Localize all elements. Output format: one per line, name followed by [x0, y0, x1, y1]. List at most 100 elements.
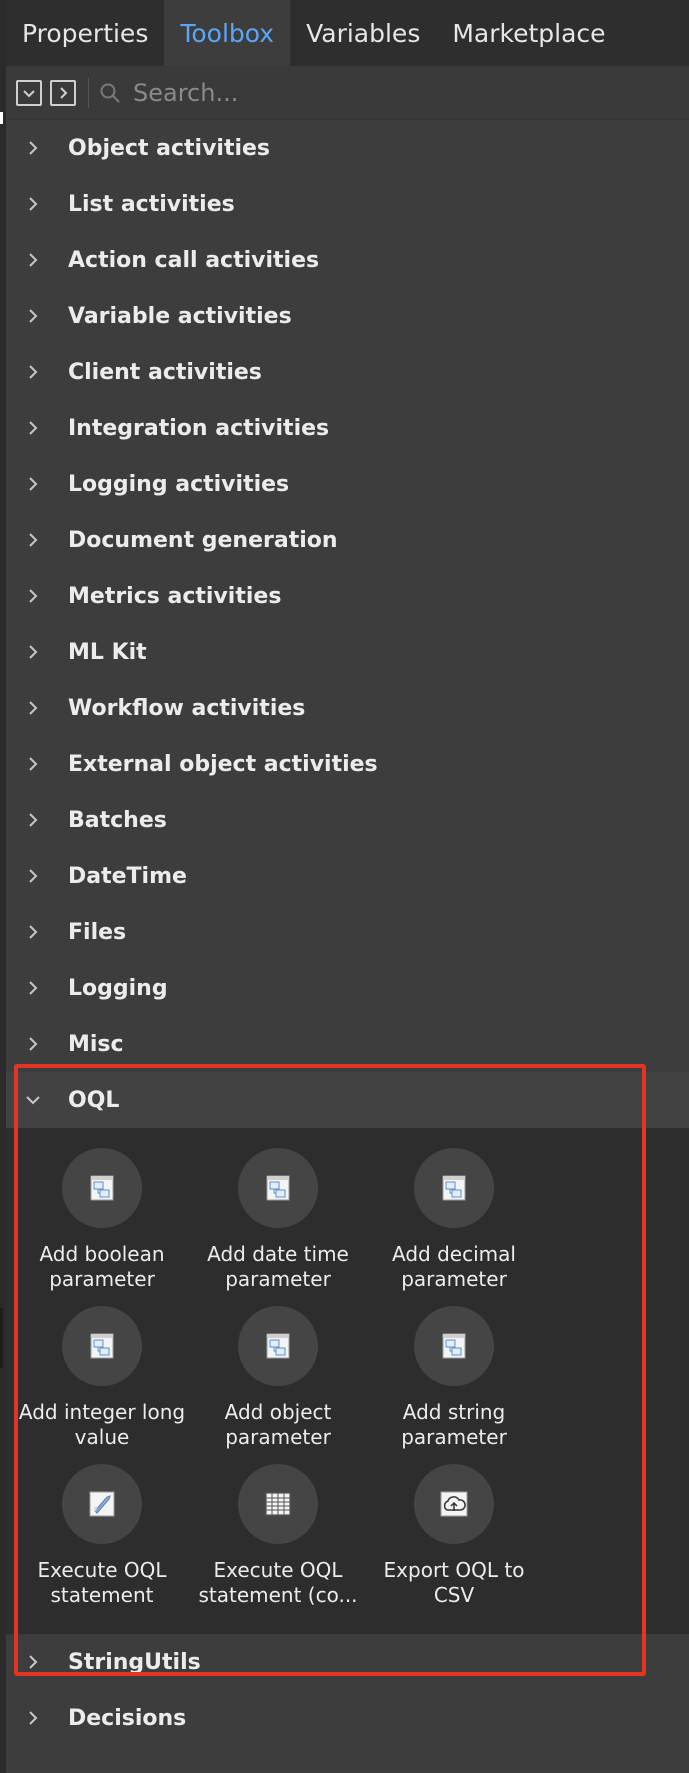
category-label: Misc: [68, 1031, 124, 1057]
tool-label: Export OQL to CSV: [383, 1558, 525, 1607]
rocket-icon: [62, 1464, 142, 1544]
parameter-icon: [62, 1148, 142, 1228]
tab-marketplace[interactable]: Marketplace: [436, 0, 621, 66]
category-datetime[interactable]: DateTime: [6, 848, 689, 904]
chevron-right-icon: [6, 811, 68, 829]
oql-tools-grid: Add boolean parameter Add date time param…: [6, 1128, 689, 1634]
search-input[interactable]: [133, 78, 613, 107]
category-label: Object activities: [68, 135, 271, 161]
tool-export-oql-to-csv[interactable]: Export OQL to CSV: [366, 1464, 542, 1612]
tool-label: Add object parameter: [224, 1400, 332, 1449]
category-logging-activities[interactable]: Logging activities: [6, 456, 689, 512]
toolbar-divider: [88, 77, 89, 108]
category-label: List activities: [68, 191, 235, 217]
tool-add-object-parameter[interactable]: Add object parameter: [190, 1306, 366, 1454]
tool-label: Add decimal parameter: [392, 1242, 516, 1291]
category-stringutils[interactable]: StringUtils: [6, 1634, 689, 1690]
chevron-right-icon: [6, 923, 68, 941]
category-metrics-activities[interactable]: Metrics activities: [6, 568, 689, 624]
category-list: Object activities List activities Action c…: [6, 120, 689, 1072]
chevron-down-icon: [6, 1091, 68, 1109]
collapse-all-button[interactable]: [16, 79, 42, 106]
chevron-right-icon: [6, 643, 68, 661]
parameter-icon: [414, 1306, 494, 1386]
category-oql[interactable]: OQL: [6, 1072, 689, 1128]
category-label: Metrics activities: [68, 583, 282, 609]
tab-toolbox[interactable]: Toolbox: [164, 0, 291, 66]
chevron-right-icon: [6, 139, 68, 157]
chevron-right-icon: [6, 755, 68, 773]
tool-execute-oql-statement[interactable]: Execute OQL statement: [14, 1464, 190, 1612]
category-label: Logging: [68, 975, 168, 1001]
parameter-icon: [238, 1148, 318, 1228]
chevron-right-icon: [6, 979, 68, 997]
category-label: ML Kit: [68, 639, 147, 665]
category-label: Integration activities: [68, 415, 330, 441]
chevron-right-icon: [6, 1653, 68, 1671]
category-logging[interactable]: Logging: [6, 960, 689, 1016]
parameter-icon: [238, 1306, 318, 1386]
chevron-right-icon: [6, 699, 68, 717]
category-label: OQL: [68, 1087, 120, 1113]
category-batches[interactable]: Batches: [6, 792, 689, 848]
chevron-down-icon: [23, 89, 35, 97]
edge-mark: [0, 1308, 3, 1368]
category-workflow-activities[interactable]: Workflow activities: [6, 680, 689, 736]
chevron-right-icon: [6, 587, 68, 605]
tool-add-string-parameter[interactable]: Add string parameter: [366, 1306, 542, 1454]
chevron-right-icon: [6, 251, 68, 269]
category-list: StringUtils Decisions: [6, 1634, 689, 1746]
category-client-activities[interactable]: Client activities: [6, 344, 689, 400]
table-icon: [238, 1464, 318, 1544]
tool-label: Add date time parameter: [207, 1242, 349, 1291]
tool-label: Add boolean parameter: [39, 1242, 165, 1291]
expand-all-button[interactable]: [50, 79, 76, 106]
category-variable-activities[interactable]: Variable activities: [6, 288, 689, 344]
category-decisions[interactable]: Decisions: [6, 1690, 689, 1746]
category-label: Action call activities: [68, 247, 320, 273]
category-object-activities[interactable]: Object activities: [6, 120, 689, 176]
chevron-right-icon: [6, 531, 68, 549]
tool-label: Add string parameter: [401, 1400, 507, 1449]
tool-execute-oql-statement-co[interactable]: Execute OQL statement (co...: [190, 1464, 366, 1612]
parameter-icon: [414, 1148, 494, 1228]
category-list-activities[interactable]: List activities: [6, 176, 689, 232]
chevron-right-icon: [6, 307, 68, 325]
category-misc[interactable]: Misc: [6, 1016, 689, 1072]
tool-add-date-time-parameter[interactable]: Add date time parameter: [190, 1148, 366, 1296]
tool-add-boolean-parameter[interactable]: Add boolean parameter: [14, 1148, 190, 1296]
category-label: Batches: [68, 807, 167, 833]
tool-label: Execute OQL statement (co...: [198, 1558, 358, 1607]
tool-add-decimal-parameter[interactable]: Add decimal parameter: [366, 1148, 542, 1296]
category-label: DateTime: [68, 863, 187, 889]
chevron-right-icon: [6, 195, 68, 213]
category-label: Document generation: [68, 527, 338, 553]
edge-mark: [0, 112, 3, 124]
toolbox-panel: Properties Toolbox Variables Marketplace…: [6, 0, 689, 1773]
category-label: Workflow activities: [68, 695, 306, 721]
category-integration-activities[interactable]: Integration activities: [6, 400, 689, 456]
parameter-icon: [62, 1306, 142, 1386]
chevron-right-icon: [6, 1709, 68, 1727]
category-external-object-activities[interactable]: External object activities: [6, 736, 689, 792]
category-label: Variable activities: [68, 303, 292, 329]
tab-properties[interactable]: Properties: [6, 0, 164, 66]
category-label: Decisions: [68, 1705, 187, 1731]
category-label: External object activities: [68, 751, 378, 777]
chevron-right-icon: [6, 419, 68, 437]
search-box: [99, 73, 689, 113]
chevron-right-icon: [6, 363, 68, 381]
category-label: StringUtils: [68, 1649, 201, 1675]
chevron-right-icon: [6, 1035, 68, 1053]
category-document-generation[interactable]: Document generation: [6, 512, 689, 568]
chevron-right-icon: [6, 475, 68, 493]
chevron-right-icon: [6, 867, 68, 885]
tool-label: Add integer long value: [18, 1400, 186, 1449]
category-action-call-activities[interactable]: Action call activities: [6, 232, 689, 288]
tab-variables[interactable]: Variables: [290, 0, 436, 66]
category-label: Logging activities: [68, 471, 290, 497]
category-files[interactable]: Files: [6, 904, 689, 960]
search-icon: [100, 83, 120, 103]
category-ml-kit[interactable]: ML Kit: [6, 624, 689, 680]
tool-add-integer-long-value[interactable]: Add integer long value: [14, 1306, 190, 1454]
